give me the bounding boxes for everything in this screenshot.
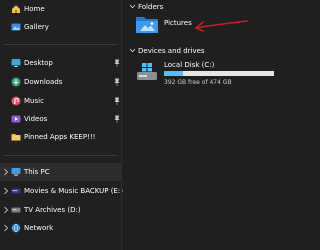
folder-label: Pictures — [164, 19, 192, 27]
chevron-right-icon[interactable] — [3, 187, 9, 195]
sidebar-item-home[interactable]: Home — [0, 0, 121, 18]
drive-free-space: 392 GB free of 474 GB — [164, 79, 232, 86]
sidebar-item-music[interactable]: Music — [0, 92, 121, 110]
pane-divider[interactable] — [121, 0, 122, 250]
sidebar-item-pinned-apps[interactable]: Pinned Apps KEEP!!! — [0, 128, 121, 146]
sidebar-item-label: Music — [24, 97, 44, 105]
sidebar-item-label: This PC — [24, 168, 50, 176]
sidebar-item-label: Downloads — [24, 78, 63, 86]
drive-name: Local Disk (C:) — [164, 61, 215, 69]
pictures-folder-icon — [136, 17, 158, 33]
drive-icon — [11, 207, 21, 213]
chevron-down-icon[interactable] — [129, 3, 136, 10]
sidebar-divider — [4, 155, 117, 156]
this-pc-icon — [11, 168, 21, 176]
downloads-icon — [11, 77, 21, 87]
sidebar-item-label: Gallery — [24, 23, 49, 31]
folder-icon — [11, 134, 21, 141]
drive-usage-fill — [164, 71, 183, 76]
pin-icon[interactable] — [114, 78, 120, 86]
sidebar-item-label: Home — [24, 5, 45, 13]
sidebar-item-label: Pinned Apps KEEP!!! — [24, 133, 96, 141]
gallery-icon — [11, 23, 21, 31]
folder-item-pictures[interactable]: Pictures — [132, 12, 192, 38]
devices-section-header[interactable]: Devices and drives — [126, 44, 276, 58]
sidebar-item-this-pc[interactable]: This PC — [0, 163, 121, 181]
home-icon — [12, 5, 20, 13]
sidebar-divider — [4, 44, 117, 45]
sidebar-item-label: Videos — [24, 115, 48, 123]
windows-drive-icon — [137, 63, 157, 80]
drive-usage-bar — [164, 71, 274, 76]
sidebar-item-label: Network — [24, 224, 54, 232]
videos-icon — [11, 115, 21, 123]
chevron-right-icon[interactable] — [3, 206, 9, 214]
sidebar-item-label: Desktop — [24, 59, 53, 67]
drive-icon — [11, 188, 21, 194]
sidebar-item-videos[interactable]: Videos — [0, 110, 121, 128]
music-icon — [11, 96, 21, 106]
section-title: Devices and drives — [138, 47, 205, 55]
pin-icon[interactable] — [114, 97, 120, 105]
pin-icon[interactable] — [114, 115, 120, 123]
network-icon — [11, 223, 21, 233]
sidebar-item-label: Movies & Music BACKUP (E:) — [24, 187, 123, 195]
red-arrow-annotation — [195, 20, 248, 32]
chevron-down-icon[interactable] — [129, 47, 136, 54]
sidebar-item-gallery[interactable]: Gallery — [0, 18, 121, 36]
sidebar-item-label: TV Archives (D:) — [24, 206, 81, 214]
sidebar-item-drive-d[interactable]: TV Archives (D:) — [0, 201, 121, 219]
chevron-right-icon[interactable] — [3, 168, 9, 176]
sidebar-item-desktop[interactable]: Desktop — [0, 54, 121, 72]
drive-item-c[interactable]: Local Disk (C:) 392 GB free of 474 GB — [132, 58, 277, 90]
sidebar-item-network[interactable]: Network — [0, 219, 121, 237]
sidebar-item-downloads[interactable]: Downloads — [0, 73, 121, 91]
desktop-icon — [11, 59, 21, 67]
pin-icon[interactable] — [114, 59, 120, 67]
sidebar-item-drive-e[interactable]: Movies & Music BACKUP (E:) — [0, 182, 123, 200]
navigation-pane: Home Gallery Desktop Downloads Music Vid… — [0, 0, 123, 250]
chevron-right-icon[interactable] — [3, 224, 9, 232]
